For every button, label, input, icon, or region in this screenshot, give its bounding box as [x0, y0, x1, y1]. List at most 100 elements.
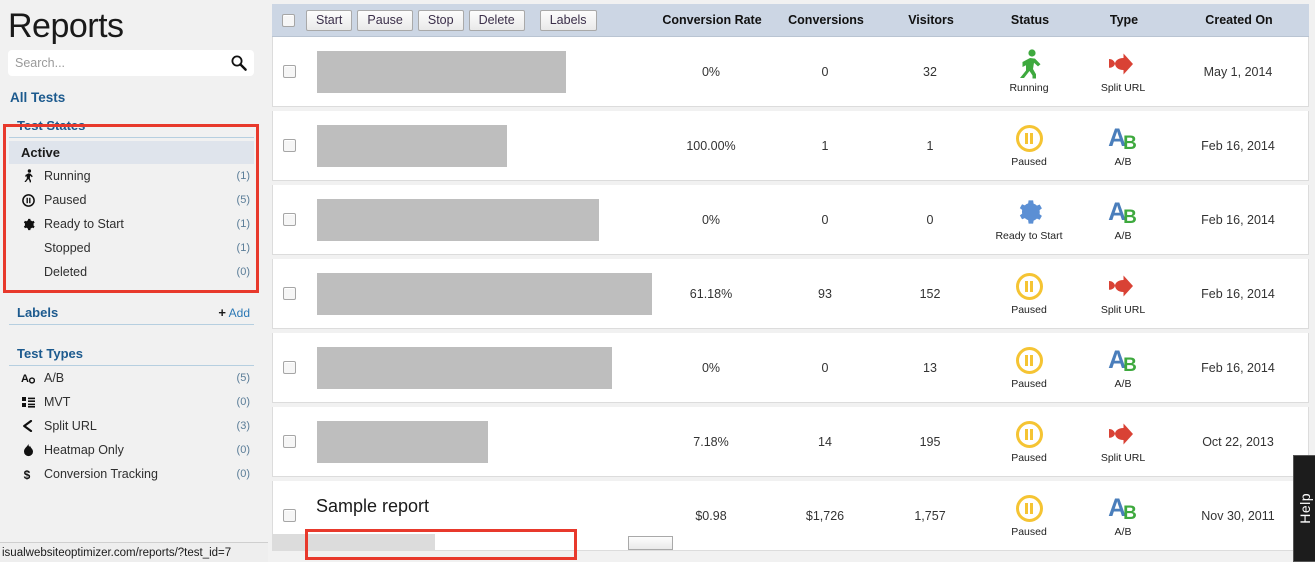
table-row[interactable]: 7.18% 14 195 Paused Split URL Oct 22, 2013 — [272, 407, 1309, 477]
type-label: Split URL — [1100, 82, 1146, 94]
table-toolbar: Start Pause Stop Delete Labels Conversio… — [272, 4, 1309, 37]
sidebar-item-label: Deleted — [44, 265, 88, 279]
table-row[interactable]: 0% 0 32 Running Split URL May 1, 2014 — [272, 37, 1309, 107]
row-checkbox[interactable] — [283, 213, 296, 226]
cell-conversion-rate: 0% — [701, 212, 721, 227]
cell-status: Running — [980, 49, 1078, 94]
test-name-link[interactable]: Sample report — [316, 496, 429, 517]
ab-test-icon: AB — [1108, 197, 1137, 228]
sidebar-item-running[interactable]: Running (1) — [9, 164, 254, 188]
svg-text:$: $ — [24, 468, 31, 481]
sidebar-item-label: Stopped — [44, 241, 91, 255]
cell-created-on: Feb 16, 2014 — [1201, 286, 1275, 301]
cell-created-on: Feb 16, 2014 — [1201, 360, 1275, 375]
test-types-section: Test Types A A/B (5) MVT (0) Split URL (… — [5, 343, 260, 486]
partial-button[interactable] — [628, 536, 673, 550]
row-name-cell — [273, 198, 652, 241]
add-label-button[interactable]: + Add — [218, 305, 250, 320]
cell-conversions: 0 — [821, 212, 829, 227]
column-header-visitors[interactable]: Visitors — [881, 13, 981, 27]
toolbar-buttons: Start Pause Stop Delete Labels — [306, 9, 602, 31]
redacted-test-name — [317, 272, 652, 315]
sidebar-item-deleted[interactable]: Deleted (0) — [9, 260, 254, 284]
cell-created-on: Feb 16, 2014 — [1201, 212, 1275, 227]
type-label: Split URL — [1100, 452, 1146, 464]
status-label: Paused — [1011, 526, 1047, 538]
table-row[interactable]: 0% 0 0 Ready to Start AB A/B Feb 16, 2014 — [272, 185, 1309, 255]
cell-status: Paused — [980, 271, 1078, 316]
table-row[interactable]: 0% 0 13 Paused AB A/B Feb 16, 2014 — [272, 333, 1309, 403]
sidebar-item-label: Running — [44, 169, 91, 183]
row-checkbox[interactable] — [283, 139, 296, 152]
sidebar-item-heatmap-only[interactable]: Heatmap Only (0) — [9, 438, 254, 462]
cell-created-on: Feb 16, 2014 — [1201, 138, 1275, 153]
sidebar-item-count: (0) — [236, 444, 250, 456]
cell-conversions: 0 — [821, 64, 829, 79]
row-name-cell: Sample report — [273, 496, 652, 526]
row-name-cell — [273, 420, 652, 463]
dollar-icon: $ — [19, 468, 37, 481]
table-row[interactable]: 100.00% 1 1 Paused AB A/B Feb 16, 2014 — [272, 111, 1309, 181]
row-checkbox[interactable] — [283, 509, 296, 522]
sidebar-item-split-url[interactable]: Split URL (3) — [9, 414, 254, 438]
labels-button[interactable]: Labels — [539, 9, 597, 31]
table-row[interactable]: Sample report $0.98 $1,726 1,757 Paused AB A/B… — [272, 481, 1309, 551]
sidebar-item-label: MVT — [44, 395, 71, 409]
type-label: A/B — [1114, 230, 1132, 242]
row-name-cell — [273, 272, 652, 315]
column-header-created-on[interactable]: Created On — [1169, 13, 1309, 27]
column-header-conversions[interactable]: Conversions — [771, 13, 881, 27]
search-icon[interactable] — [230, 54, 248, 72]
sidebar-item-paused[interactable]: Paused (5) — [9, 188, 254, 212]
pause-circle-icon — [1015, 419, 1043, 449]
help-tab[interactable]: Help — [1293, 455, 1315, 562]
start-button[interactable]: Start — [306, 9, 353, 31]
row-checkbox[interactable] — [283, 361, 296, 374]
row-checkbox[interactable] — [283, 287, 296, 300]
delete-button[interactable]: Delete — [468, 9, 525, 31]
cell-visitors: 1 — [926, 138, 934, 153]
sidebar-item-conversion-tracking[interactable]: $ Conversion Tracking (0) — [9, 462, 254, 486]
row-checkbox[interactable] — [283, 435, 296, 448]
column-header-conversion-rate[interactable]: Conversion Rate — [653, 13, 771, 27]
ab-test-icon: AB — [1108, 123, 1137, 154]
stop-button[interactable]: Stop — [417, 9, 464, 31]
pause-circle-icon — [1015, 493, 1043, 523]
table-row[interactable]: 61.18% 93 152 Paused Split URL Feb 16, 2014 — [272, 259, 1309, 329]
sidebar-item-stopped[interactable]: Stopped (1) — [9, 236, 254, 260]
ab-test-icon: A — [19, 372, 37, 385]
status-label: Paused — [1011, 304, 1047, 316]
column-header-status[interactable]: Status — [981, 13, 1079, 27]
status-label: Paused — [1011, 452, 1047, 464]
row-name-cell — [273, 346, 652, 389]
sidebar-item-ab[interactable]: A A/B (5) — [9, 366, 254, 390]
labels-section: Labels + Add — [5, 302, 260, 325]
gear-icon — [19, 218, 37, 231]
pause-circle-icon — [19, 193, 37, 207]
ab-test-icon: AB — [1108, 345, 1137, 376]
cell-conversion-rate: 100.00% — [686, 138, 736, 153]
search-input[interactable] — [8, 51, 254, 75]
running-man-icon — [19, 169, 37, 183]
table-rows: 0% 0 32 Running Split URL May 1, 2014 100.00% 1… — [272, 37, 1309, 551]
cell-conversion-rate: $0.98 — [695, 508, 727, 523]
sidebar-item-ready-to-start[interactable]: Ready to Start (1) — [9, 212, 254, 236]
sidebar-item-active[interactable]: Active — [9, 141, 254, 164]
pause-button[interactable]: Pause — [357, 9, 413, 31]
cell-created-on: Oct 22, 2013 — [1202, 434, 1274, 449]
redacted-test-name — [317, 50, 566, 93]
all-tests-link[interactable]: All Tests — [0, 76, 268, 111]
browser-status-bar: isualwebsiteoptimizer.com/reports/?test_… — [0, 542, 268, 562]
sidebar-item-label: Paused — [44, 193, 87, 207]
row-checkbox[interactable] — [283, 65, 296, 78]
select-all-checkbox[interactable] — [282, 13, 295, 27]
pause-circle-icon — [1015, 345, 1043, 375]
sidebar-item-count: (5) — [236, 194, 250, 206]
column-header-type[interactable]: Type — [1079, 13, 1169, 27]
add-label-text: Add — [228, 306, 250, 320]
sidebar-item-mvt[interactable]: MVT (0) — [9, 390, 254, 414]
sidebar-item-label: Ready to Start — [44, 217, 124, 231]
sidebar-item-count: (0) — [236, 468, 250, 480]
search-box[interactable] — [8, 50, 254, 76]
type-label: Split URL — [1100, 304, 1146, 316]
